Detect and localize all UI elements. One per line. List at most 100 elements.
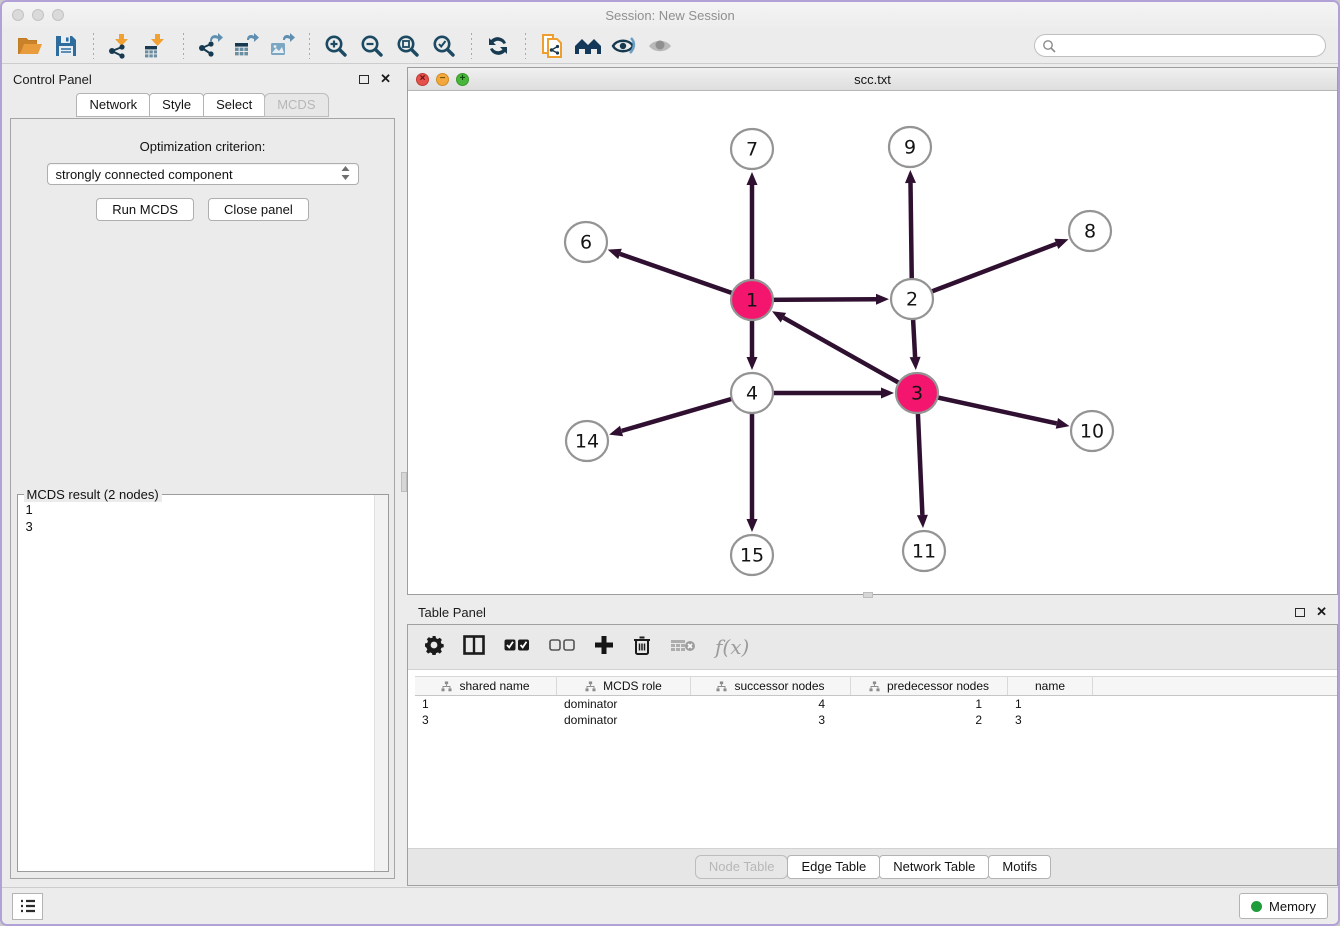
column-header-successor-nodes[interactable]: successor nodes [691,677,851,695]
tab-network[interactable]: Network [76,93,150,117]
hierarchy-icon [716,681,727,692]
hierarchy-icon [869,681,880,692]
mcds-panel: Optimization criterion: strongly connect… [10,118,395,879]
optimization-criterion-label: Optimization criterion: [140,139,266,154]
column-header-name[interactable]: name [1008,677,1093,695]
table-panel-body: f(x) shared nameMCDS rolesuccessor nodes… [407,624,1338,886]
graph-node-9[interactable]: 9 [889,127,931,167]
graph-node-8[interactable]: 8 [1069,211,1111,251]
mcds-result-list: 13 [18,495,388,871]
graph-node-10[interactable]: 10 [1071,411,1113,451]
open-session-icon[interactable] [12,31,48,61]
zoom-fit-icon[interactable] [390,31,426,61]
float-table-panel-icon[interactable] [1295,608,1305,617]
memory-label: Memory [1269,899,1316,914]
close-table-panel-icon[interactable]: ✕ [1316,607,1327,617]
delete-icon[interactable] [633,635,651,660]
export-image-icon[interactable] [264,31,300,61]
search-input[interactable] [1061,38,1318,54]
deselect-all-icon[interactable] [549,638,575,657]
graph-node-15[interactable]: 15 [731,535,773,575]
close-window-icon[interactable] [12,9,24,21]
tab-style[interactable]: Style [149,93,204,117]
network-minimize-icon[interactable]: − [436,73,449,86]
tab-motifs[interactable]: Motifs [988,855,1051,879]
memory-button[interactable]: Memory [1239,893,1328,919]
gear-icon[interactable] [424,635,444,660]
list-icon [19,898,37,914]
close-panel-button[interactable]: Close panel [208,198,309,221]
split-view-icon[interactable] [463,635,485,660]
graph-edge-3-1[interactable] [783,318,917,393]
table-header-row: shared nameMCDS rolesuccessor nodesprede… [415,676,1337,696]
show-all-icon[interactable] [642,31,678,61]
toolbar-separator [470,33,472,59]
graph-node-1[interactable]: 1 [731,280,773,320]
table-row[interactable]: 1dominator411 [415,696,1337,712]
export-table-icon[interactable] [228,31,264,61]
optimization-criterion-select[interactable]: strongly connected component [47,163,359,185]
zoom-selected-icon[interactable] [426,31,462,61]
first-neighbors-icon[interactable] [570,31,606,61]
table-panel: Table Panel ✕ [407,598,1338,887]
control-panel-title: Control Panel [13,72,92,87]
export-network-icon[interactable] [192,31,228,61]
table-row[interactable]: 3dominator323 [415,712,1337,728]
graph-arrowhead-3-11 [917,515,928,528]
search-box[interactable] [1034,34,1326,57]
minimize-window-icon[interactable] [32,9,44,21]
graph-node-7[interactable]: 7 [731,129,773,169]
network-canvas[interactable]: 7 9 6 8 1 2 4 3 14 10 15 11 [408,91,1337,594]
table-panel-title: Table Panel [418,605,486,620]
graph-node-14[interactable]: 14 [566,421,608,461]
tab-mcds[interactable]: MCDS [264,93,328,117]
table-empty-area [408,728,1337,848]
graph-arrowhead-3-10 [1056,418,1070,429]
table-rows: 1dominator4113dominator323 [415,696,1337,728]
column-header-predecessor-nodes[interactable]: predecessor nodes [851,677,1008,695]
graph-node-6[interactable]: 6 [565,222,607,262]
import-network-icon[interactable] [102,31,138,61]
tab-select[interactable]: Select [203,93,265,117]
tab-network-table[interactable]: Network Table [879,855,989,879]
float-panel-icon[interactable] [359,75,369,84]
svg-text:6: 6 [580,232,592,254]
graph-node-4[interactable]: 4 [731,373,773,413]
close-panel-icon[interactable]: ✕ [380,74,391,84]
import-table-icon[interactable] [138,31,174,61]
graph-node-11[interactable]: 11 [903,531,945,571]
zoom-in-icon[interactable] [318,31,354,61]
search-icon [1042,39,1056,53]
graph-node-2[interactable]: 2 [891,279,933,319]
hide-selected-icon[interactable] [606,31,642,61]
duplicate-network-icon[interactable] [534,31,570,61]
cell-MCDS-role: dominator [557,713,691,727]
column-header-MCDS-role[interactable]: MCDS role [557,677,691,695]
tab-edge-table[interactable]: Edge Table [787,855,880,879]
save-session-icon[interactable] [48,31,84,61]
network-graph[interactable]: 7 9 6 8 1 2 4 3 14 10 15 11 [408,91,1340,594]
add-icon[interactable] [594,635,614,660]
graph-arrowhead-1-4 [747,357,758,370]
select-stepper-icon [341,166,350,183]
tab-node-table[interactable]: Node Table [695,855,789,879]
refresh-network-icon[interactable] [480,31,516,61]
toolbar-separator [308,33,310,59]
result-line: 3 [26,518,388,535]
svg-text:2: 2 [906,289,918,311]
select-all-icon[interactable] [504,638,530,657]
column-header-shared-name[interactable]: shared name [415,677,557,695]
mcds-result-box: MCDS result (2 nodes) 13 [17,494,389,872]
result-line: 1 [26,501,388,518]
graph-node-3[interactable]: 3 [896,373,938,413]
run-mcds-button[interactable]: Run MCDS [96,198,194,221]
graph-edge-2-8[interactable] [912,244,1056,299]
result-scrollbar[interactable] [374,495,388,871]
graph-arrowhead-1-6 [608,249,622,259]
zoom-out-icon[interactable] [354,31,390,61]
network-close-icon[interactable]: × [416,73,429,86]
task-history-button[interactable] [12,893,43,920]
maximize-window-icon[interactable] [52,9,64,21]
network-maximize-icon[interactable]: + [456,73,469,86]
network-window-title: scc.txt [408,72,1337,87]
